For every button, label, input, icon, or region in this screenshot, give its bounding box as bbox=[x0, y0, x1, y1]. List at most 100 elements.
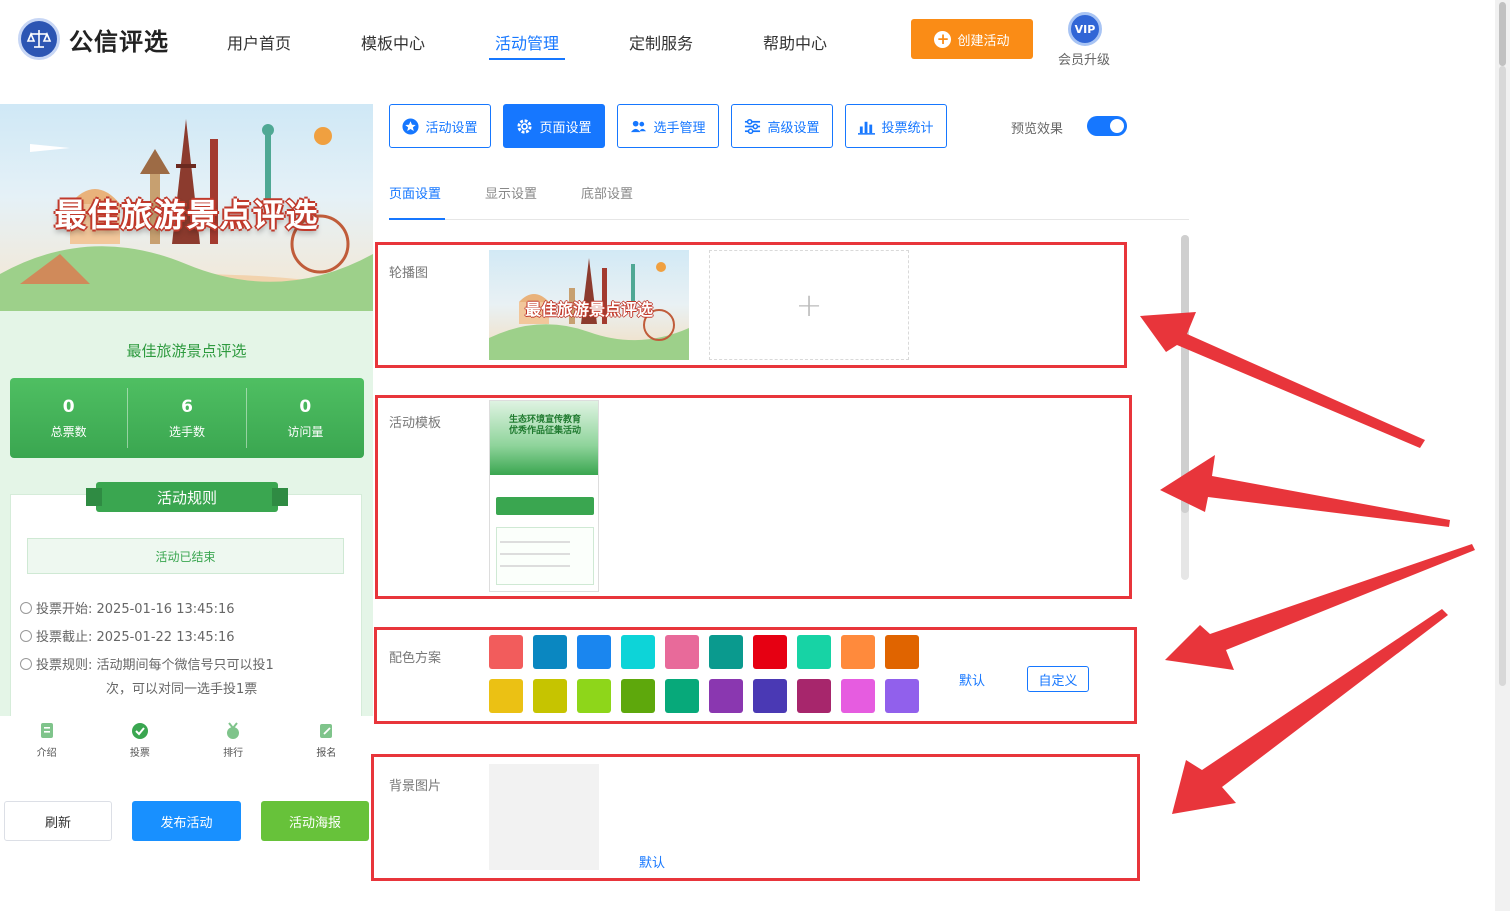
preview-effect-toggle[interactable] bbox=[1087, 116, 1127, 136]
color-swatch[interactable] bbox=[797, 679, 831, 713]
color-swatch[interactable] bbox=[489, 635, 523, 669]
color-swatch[interactable] bbox=[753, 635, 787, 669]
refresh-button[interactable]: 刷新 bbox=[4, 801, 112, 841]
vip-badge-icon[interactable]: VIP bbox=[1068, 12, 1102, 46]
background-image-thumb[interactable] bbox=[489, 764, 599, 870]
color-swatch[interactable] bbox=[533, 635, 567, 669]
color-swatch[interactable] bbox=[841, 679, 875, 713]
plus-circle-icon: + bbox=[934, 30, 952, 48]
settings-scrollbar[interactable] bbox=[1181, 235, 1189, 580]
nav-item-activity-manage[interactable]: 活动管理 bbox=[495, 30, 559, 54]
carousel-upload-button[interactable]: + bbox=[709, 250, 909, 360]
color-swatch[interactable] bbox=[533, 679, 567, 713]
advanced-settings-label: 高级设置 bbox=[767, 120, 820, 136]
publish-activity-button[interactable]: 发布活动 bbox=[132, 801, 241, 841]
contestant-manage-label: 选手管理 bbox=[653, 120, 706, 136]
document-icon bbox=[40, 723, 53, 738]
sliders-icon bbox=[745, 118, 761, 134]
subtab-display-settings[interactable]: 显示设置 bbox=[485, 183, 537, 202]
subtab-footer-settings[interactable]: 底部设置 bbox=[581, 183, 633, 202]
preview-tab-rank[interactable]: 排行 bbox=[187, 716, 280, 766]
nav-item-help[interactable]: 帮助中心 bbox=[763, 30, 827, 54]
page-scrollbar[interactable] bbox=[1495, 0, 1510, 911]
nav-item-custom-service[interactable]: 定制服务 bbox=[629, 30, 693, 54]
template-thumb-title: 生态环境宣传教育 优秀作品征集活动 bbox=[490, 415, 598, 437]
background-section-highlight bbox=[371, 754, 1140, 881]
color-swatch[interactable] bbox=[621, 635, 655, 669]
vote-statistics-button[interactable]: 投票统计 bbox=[845, 104, 947, 148]
color-default-button[interactable]: 默认 bbox=[959, 670, 985, 689]
color-swatch[interactable] bbox=[753, 679, 787, 713]
template-thumb-line bbox=[500, 541, 570, 543]
nav-item-templates[interactable]: 模板中心 bbox=[361, 30, 425, 54]
preview-banner-image: 最佳旅游景点评选 bbox=[0, 104, 373, 311]
color-swatch[interactable] bbox=[885, 679, 919, 713]
brand-name[interactable]: 公信评选 bbox=[69, 22, 169, 57]
color-swatch[interactable] bbox=[885, 635, 919, 669]
medal-icon bbox=[227, 722, 240, 739]
template-thumb-line bbox=[500, 565, 570, 567]
color-swatch[interactable] bbox=[577, 635, 611, 669]
color-swatch[interactable] bbox=[841, 635, 875, 669]
page-scrollbar-track-light bbox=[1499, 66, 1506, 686]
activity-settings-button[interactable]: 活动设置 bbox=[389, 104, 491, 148]
nav-item-home[interactable]: 用户首页 bbox=[227, 30, 291, 54]
mobile-preview: 最佳旅游景点评选 最佳旅游景点评选 0 总票数 6 选手数 0 访问量 活动规则… bbox=[0, 104, 373, 716]
edit-icon bbox=[320, 724, 333, 738]
arrow-to-template bbox=[1160, 455, 1450, 527]
preview-tab-rank-label: 排行 bbox=[223, 748, 244, 759]
vote-end-time: 投票截止: 2025-01-22 13:45:16 bbox=[20, 626, 235, 645]
gear-icon bbox=[517, 118, 533, 134]
preview-activity-title: 最佳旅游景点评选 bbox=[126, 342, 247, 360]
stat-total-votes-label: 总票数 bbox=[50, 424, 87, 439]
template-thumb-line bbox=[500, 553, 570, 555]
users-icon bbox=[631, 120, 647, 132]
stat-contestants-value: 6 bbox=[181, 396, 193, 417]
color-swatch[interactable] bbox=[489, 679, 523, 713]
color-custom-button[interactable]: 自定义 bbox=[1027, 666, 1089, 692]
color-swatch[interactable] bbox=[709, 679, 743, 713]
template-thumbnail[interactable]: 生态环境宣传教育 优秀作品征集活动 bbox=[489, 400, 599, 592]
background-image-label: 背景图片 bbox=[389, 779, 442, 794]
clock-icon bbox=[20, 630, 32, 642]
vote-start-text: 投票开始: 2025-01-16 13:45:16 bbox=[36, 602, 235, 617]
create-activity-button[interactable]: + 创建活动 bbox=[911, 19, 1033, 59]
preview-tabbar: 介绍 投票 排行 报名 bbox=[0, 716, 373, 766]
color-swatch[interactable] bbox=[665, 635, 699, 669]
template-thumb-stats-bar bbox=[496, 497, 594, 515]
color-swatch[interactable] bbox=[577, 679, 611, 713]
stat-total-votes: 0 总票数 bbox=[10, 388, 129, 448]
activity-poster-button[interactable]: 活动海报 bbox=[261, 801, 369, 841]
nav-active-underline bbox=[489, 58, 565, 60]
contestant-manage-button[interactable]: 选手管理 bbox=[617, 104, 719, 148]
preview-tab-vote[interactable]: 投票 bbox=[93, 716, 186, 766]
page-settings-label: 页面设置 bbox=[539, 120, 592, 136]
page-scrollbar-thumb[interactable] bbox=[1499, 2, 1506, 66]
color-swatch[interactable] bbox=[797, 635, 831, 669]
logo-scale-icon[interactable] bbox=[18, 18, 60, 60]
background-default-button[interactable]: 默认 bbox=[639, 852, 665, 871]
carousel-image-thumb[interactable]: 最佳旅游景点评选 bbox=[489, 250, 689, 360]
arrow-to-background bbox=[1172, 609, 1448, 814]
settings-scrollbar-thumb[interactable] bbox=[1181, 235, 1189, 513]
color-swatch[interactable] bbox=[621, 679, 655, 713]
preview-tab-signup[interactable]: 报名 bbox=[280, 716, 373, 766]
vote-icon bbox=[131, 723, 148, 739]
preview-tab-vote-label: 投票 bbox=[129, 748, 150, 759]
color-swatch[interactable] bbox=[665, 679, 699, 713]
carousel-thumb-title: 最佳旅游景点评选 bbox=[524, 300, 653, 319]
stat-total-votes-value: 0 bbox=[62, 396, 75, 417]
stat-visits-label: 访问量 bbox=[287, 424, 324, 439]
stat-visits-value: 0 bbox=[299, 396, 312, 417]
vote-end-text: 投票截止: 2025-01-22 13:45:16 bbox=[36, 630, 235, 645]
color-swatch[interactable] bbox=[709, 635, 743, 669]
info-icon bbox=[20, 658, 32, 670]
page-settings-button[interactable]: 页面设置 bbox=[503, 104, 605, 148]
preview-tab-intro[interactable]: 介绍 bbox=[0, 716, 93, 766]
template-thumb-title-line2: 优秀作品征集活动 bbox=[508, 426, 581, 436]
template-thumb-card bbox=[496, 527, 594, 585]
subtab-divider bbox=[389, 219, 1189, 220]
vip-upgrade-link[interactable]: 会员升级 bbox=[1058, 49, 1110, 68]
advanced-settings-button[interactable]: 高级设置 bbox=[731, 104, 833, 148]
subtab-page-settings[interactable]: 页面设置 bbox=[389, 183, 441, 202]
